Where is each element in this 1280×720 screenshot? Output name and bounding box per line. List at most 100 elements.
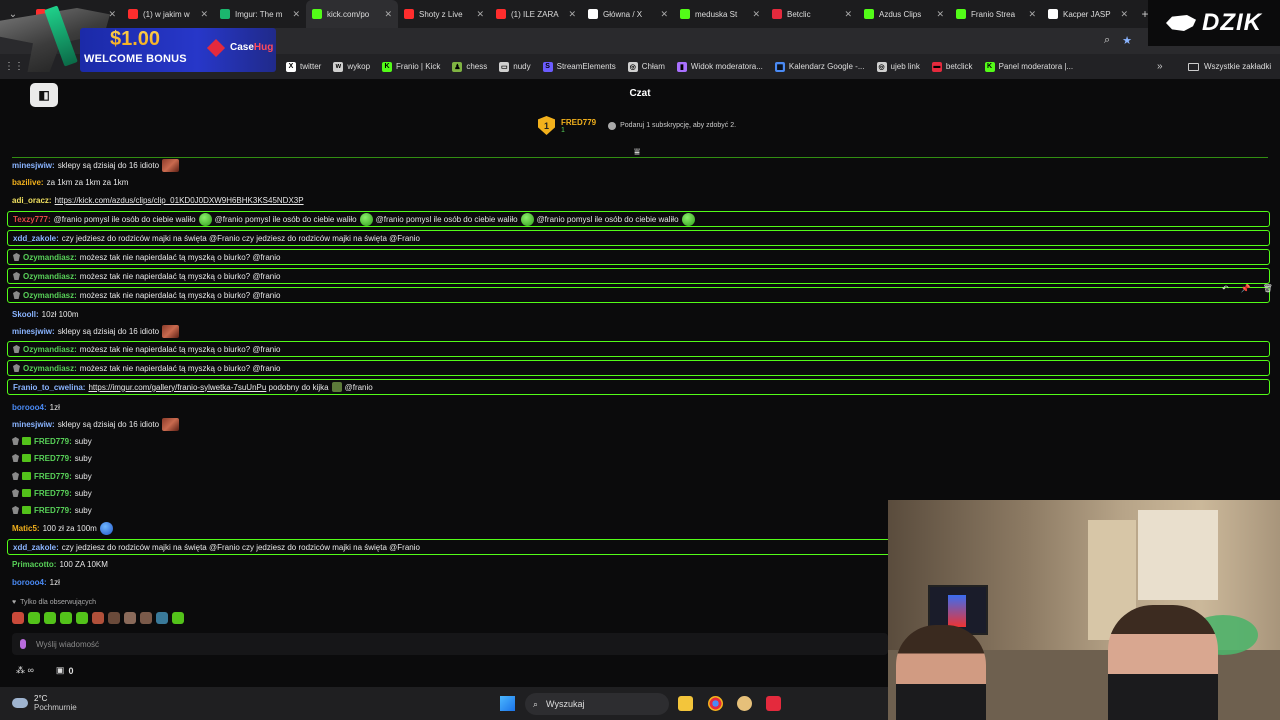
chat-username[interactable]: FRED779: xyxy=(34,437,72,446)
tab-close-icon[interactable]: ✕ xyxy=(292,9,300,20)
chat-username[interactable]: xdd_zakole: xyxy=(13,543,59,552)
chat-message[interactable]: FRED779: suby xyxy=(12,469,92,483)
chat-link[interactable]: https://kick.com/azdus/clips/clip_01KD0J… xyxy=(55,196,304,205)
chat-message[interactable]: Franio_to_cwelina: https://imgur.com/gall… xyxy=(7,379,1270,395)
windows-start-icon[interactable] xyxy=(500,696,515,711)
bookmark-item[interactable]: ◎ Chłam xyxy=(627,61,665,72)
chat-message[interactable]: Ozymandiasz: możesz tak nie napierdalać t… xyxy=(7,360,1270,376)
emote-icon[interactable] xyxy=(140,612,152,624)
tab-close-icon[interactable]: ✕ xyxy=(1028,9,1036,20)
chat-message[interactable]: borooo4: 1zł xyxy=(12,400,60,414)
bookmark-item[interactable]: K Panel moderatora |... xyxy=(984,61,1073,72)
chat-message[interactable]: Ozymandiasz: możesz tak nie napierdalać t… xyxy=(7,287,1270,303)
bookmarks-overflow-icon[interactable]: » xyxy=(1157,61,1163,72)
chat-username[interactable]: borooo4: xyxy=(12,403,47,412)
bookmark-item[interactable]: ▬ betclick xyxy=(931,61,973,72)
top-gifter-banner[interactable]: 1 FRED779 1 Podaruj 1 subskrypcję, aby z… xyxy=(538,116,736,135)
chat-username[interactable]: Texzy777: xyxy=(13,215,51,224)
chat-username[interactable]: Ozymandiasz: xyxy=(23,272,77,281)
emote-icon[interactable] xyxy=(108,612,120,624)
emote-icon[interactable] xyxy=(12,612,24,624)
taskbar-search[interactable]: ⌕ Wyszukaj xyxy=(525,693,669,715)
browser-tab[interactable]: Kacper JASP ✕ xyxy=(1042,0,1134,28)
chat-message[interactable]: borooo4: 1zł xyxy=(12,575,60,589)
chat-username[interactable]: xdd_zakole: xyxy=(13,234,59,243)
chat-message[interactable]: adi_oracz: https://kick.com/azdus/clips/c… xyxy=(12,193,304,207)
chat-message[interactable]: FRED779: suby xyxy=(12,451,92,465)
chat-message[interactable]: Ozymandiasz: możesz tak nie napierdalać t… xyxy=(7,341,1270,357)
bookmark-star-icon[interactable]: ★ xyxy=(1122,34,1132,47)
chat-message[interactable]: minesjwiw: sklepy są dzisiaj do 16 idioto xyxy=(12,158,182,172)
chat-message[interactable]: minesjwiw: sklepy są dzisiaj do 16 idioto xyxy=(12,417,182,431)
chat-username[interactable]: FRED779: xyxy=(34,472,72,481)
chat-message[interactable]: Ozymandiasz: możesz tak nie napierdalać t… xyxy=(7,249,1270,265)
casehug-ad-overlay[interactable]: $1.00 WELCOME BONUS CaseHug xyxy=(0,0,276,72)
chat-username[interactable]: Ozymandiasz: xyxy=(23,345,77,354)
chat-message[interactable]: FRED779: suby xyxy=(12,503,92,517)
chat-message[interactable]: bazilive: za 1km za 1km za 1km xyxy=(12,175,128,189)
chat-link[interactable]: https://imgur.com/gallery/franio-sylwetk… xyxy=(88,383,266,392)
chat-username[interactable]: adi_oracz: xyxy=(12,196,52,205)
tab-close-icon[interactable]: ✕ xyxy=(476,9,484,20)
bookmark-item[interactable]: w wykop xyxy=(333,61,370,72)
chrome-icon[interactable] xyxy=(708,696,723,711)
chat-username[interactable]: minesjwiw: xyxy=(12,420,55,429)
chat-username[interactable]: minesjwiw: xyxy=(12,161,55,170)
chat-username[interactable]: Skooll: xyxy=(12,310,39,319)
weather-widget[interactable]: 2°C Pochmurnie xyxy=(12,694,77,712)
chat-message[interactable]: Primacotto: 100 ZA 10KM xyxy=(12,557,108,571)
points-button[interactable]: ⁂ ∞ xyxy=(16,665,34,676)
emote-icon[interactable] xyxy=(76,612,88,624)
chat-message[interactable]: Texzy777: @franio pomysl ile osób do cieb… xyxy=(7,211,1270,227)
chat-message[interactable]: FRED779: suby xyxy=(12,486,92,500)
browser-tab[interactable]: Główna / X ✕ xyxy=(582,0,674,28)
bookmark-item[interactable]: K Franio | Kick xyxy=(382,61,440,72)
tab-close-icon[interactable]: ✕ xyxy=(384,9,392,20)
bookmark-item[interactable]: ▦ Kalendarz Google -... xyxy=(774,61,865,72)
bookmark-item[interactable]: Xtwitter xyxy=(286,61,321,72)
chat-username[interactable]: bazilive: xyxy=(12,178,44,187)
tab-close-icon[interactable]: ✕ xyxy=(936,9,944,20)
emote-icon[interactable] xyxy=(60,612,72,624)
tab-close-icon[interactable]: ✕ xyxy=(844,9,852,20)
emote-icon[interactable] xyxy=(28,612,40,624)
chat-username[interactable]: minesjwiw: xyxy=(12,327,55,336)
chat-username[interactable]: Franio_to_cwelina: xyxy=(13,383,85,392)
tab-close-icon[interactable]: ✕ xyxy=(752,9,760,20)
bookmark-item[interactable]: ◎ ujeb link xyxy=(876,61,920,72)
emote-icon[interactable] xyxy=(44,612,56,624)
app-icon[interactable] xyxy=(737,696,752,711)
emote-icon[interactable] xyxy=(124,612,136,624)
chat-username[interactable]: FRED779: xyxy=(34,489,72,498)
bookmark-item[interactable]: S StreamElements xyxy=(542,61,616,72)
chat-username[interactable]: Ozymandiasz: xyxy=(23,253,77,262)
tab-close-icon[interactable]: ✕ xyxy=(1120,9,1128,20)
zoom-icon[interactable]: ⌕ xyxy=(1104,34,1110,47)
chat-input[interactable]: Wyślij wiadomość xyxy=(12,633,888,655)
chat-message[interactable]: xdd_zakole: czy jedziesz do rodziców majk… xyxy=(7,230,1270,246)
browser-tab[interactable]: Azdus Clips ✕ xyxy=(858,0,950,28)
chat-username[interactable]: borooo4: xyxy=(12,578,47,587)
chat-username[interactable]: Matic5: xyxy=(12,524,40,533)
chat-username[interactable]: FRED779: xyxy=(34,454,72,463)
tab-close-icon[interactable]: ✕ xyxy=(660,9,668,20)
reply-icon[interactable]: ↶ xyxy=(1222,284,1229,293)
chat-username[interactable]: Ozymandiasz: xyxy=(23,291,77,300)
chat-message[interactable]: minesjwiw: sklepy są dzisiaj do 16 idioto xyxy=(12,324,182,338)
chat-message[interactable]: Skooll: 10zł 100m xyxy=(12,307,79,321)
chat-username[interactable]: Primacotto: xyxy=(12,560,56,569)
app-icon-2[interactable] xyxy=(766,696,781,711)
chat-username[interactable]: Ozymandiasz: xyxy=(23,364,77,373)
tab-close-icon[interactable]: ✕ xyxy=(568,9,576,20)
browser-tab[interactable]: (1) ILE ZARA ✕ xyxy=(490,0,582,28)
emote-icon[interactable] xyxy=(156,612,168,624)
bookmark-item[interactable]: ▮ Widok moderatora... xyxy=(676,61,763,72)
emote-quick-bar[interactable] xyxy=(12,612,184,624)
emote-icon[interactable] xyxy=(172,612,184,624)
browser-tab[interactable]: Shoty z Live ✕ xyxy=(398,0,490,28)
delete-icon[interactable]: 🗑 xyxy=(1263,284,1273,293)
bookmark-item[interactable]: ♟ chess xyxy=(452,61,487,72)
browser-tab[interactable]: meduska St ✕ xyxy=(674,0,766,28)
chat-message[interactable]: FRED779: suby xyxy=(12,434,92,448)
chat-message[interactable]: Ozymandiasz: możesz tak nie napierdalać t… xyxy=(7,268,1270,284)
